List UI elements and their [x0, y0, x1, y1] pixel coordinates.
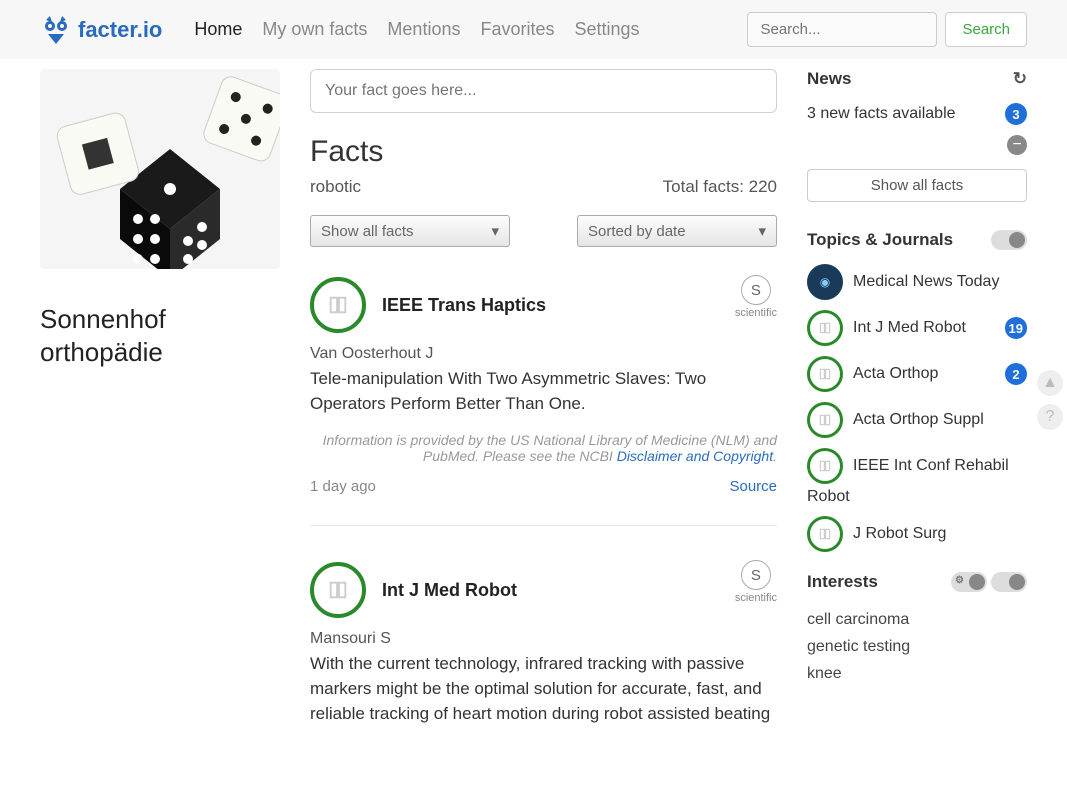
topic-item[interactable]: Int J Med Robot 19 [807, 310, 1027, 346]
interests-settings-toggle[interactable] [951, 572, 987, 592]
topic-label: Acta Orthop Suppl [853, 411, 984, 429]
news-count-badge: 3 [1005, 103, 1027, 125]
collapse-button[interactable]: − [1007, 135, 1027, 155]
disclaimer: Information is provided by the US Nation… [310, 432, 777, 464]
topic-icon: ◉ [807, 264, 843, 300]
badge-label: scientific [735, 592, 777, 604]
left-column: Sonnenhof orthopädie [40, 69, 280, 368]
topic-label-continuation: Robot [807, 488, 1027, 506]
fact-time: 1 day ago [310, 478, 376, 495]
topics-heading-row: Topics & Journals [807, 230, 1027, 250]
page-layout: Sonnenhof orthopädie Facts robotic Total… [0, 59, 1067, 772]
search-input[interactable] [747, 12, 937, 47]
filter-dropdown-label: Show all facts [321, 223, 414, 240]
topic-label: Medical News Today [853, 273, 999, 291]
badge-letter: S [741, 560, 771, 590]
refresh-icon[interactable]: ↻ [1013, 69, 1027, 89]
journal-icon [310, 562, 366, 618]
fact-author: Van Oosterhout J [310, 345, 777, 363]
compose-fact-input[interactable] [310, 69, 777, 113]
topic-item[interactable]: ◉ Medical News Today [807, 264, 1027, 300]
interest-item[interactable]: cell carcinoma [807, 606, 1027, 633]
topic-label: robotic [310, 177, 361, 197]
right-column: News ↻ 3 new facts available 3 − Show al… [807, 69, 1027, 688]
topics-heading: Topics & Journals [807, 230, 953, 250]
main-nav: Home My own facts Mentions Favorites Set… [194, 19, 735, 40]
topic-count-badge: 19 [1005, 317, 1027, 339]
search-button[interactable]: Search [945, 12, 1027, 47]
interests-toggle[interactable] [991, 572, 1027, 592]
chevron-down-icon: ▾ [491, 222, 499, 240]
scientific-badge: S scientific [735, 275, 777, 319]
fact-author: Mansouri S [310, 630, 777, 648]
sort-dropdown-label: Sorted by date [588, 223, 686, 240]
news-heading-row: News ↻ [807, 69, 1027, 89]
topic-item[interactable]: J Robot Surg [807, 516, 1027, 552]
badge-letter: S [741, 275, 771, 305]
topic-count-badge: 2 [1005, 363, 1027, 385]
total-facts: Total facts: 220 [663, 177, 777, 197]
fact-header: Int J Med Robot S scientific [310, 562, 777, 618]
scientific-badge: S scientific [735, 560, 777, 604]
news-line[interactable]: 3 new facts available 3 [807, 103, 1027, 125]
fact-item: Int J Med Robot S scientific Mansouri S … [310, 562, 777, 726]
owl-icon [40, 14, 72, 46]
chevron-down-icon: ▾ [758, 222, 766, 240]
brand-text: facter.io [78, 17, 162, 43]
logo[interactable]: facter.io [40, 14, 162, 46]
source-link[interactable]: Source [729, 478, 777, 495]
profile-name: Sonnenhof orthopädie [40, 303, 280, 368]
disclaimer-suffix: . [773, 448, 777, 464]
interest-item[interactable]: knee [807, 660, 1027, 687]
topics-toggle[interactable] [991, 230, 1027, 250]
nav-mentions[interactable]: Mentions [387, 19, 460, 40]
topic-item[interactable]: Acta Orthop Suppl [807, 402, 1027, 438]
journal-icon [807, 448, 843, 484]
help-button[interactable]: ? [1037, 404, 1063, 430]
fact-footer: 1 day ago Source [310, 478, 777, 495]
disclaimer-link[interactable]: Disclaimer and Copyright [617, 448, 773, 464]
nav-favorites[interactable]: Favorites [480, 19, 554, 40]
header: facter.io Home My own facts Mentions Fav… [0, 0, 1067, 59]
profile-image [40, 69, 280, 269]
main-column: Facts robotic Total facts: 220 Show all … [310, 69, 777, 742]
nav-settings[interactable]: Settings [575, 19, 640, 40]
sort-dropdown[interactable]: Sorted by date ▾ [577, 215, 777, 247]
show-all-facts-button[interactable]: Show all facts [807, 169, 1027, 202]
news-text: 3 new facts available [807, 105, 956, 123]
news-heading: News [807, 69, 851, 89]
badge-label: scientific [735, 307, 777, 319]
filter-dropdown[interactable]: Show all facts ▾ [310, 215, 510, 247]
fact-title: With the current technology, infrared tr… [310, 652, 777, 726]
journal-icon [807, 516, 843, 552]
topic-label: Int J Med Robot [853, 319, 966, 337]
floating-actions: ▲ ? [1037, 370, 1063, 430]
interests-heading: Interests [807, 572, 878, 592]
search-form: Search [747, 12, 1027, 47]
topic-item[interactable]: IEEE Int Conf Rehabil [807, 448, 1027, 484]
journal-icon [310, 277, 366, 333]
fact-title: Tele-manipulation With Two Asymmetric Sl… [310, 367, 777, 416]
interests-heading-row: Interests [807, 572, 1027, 592]
scroll-up-button[interactable]: ▲ [1037, 370, 1063, 396]
nav-home[interactable]: Home [194, 19, 242, 40]
dropdown-row: Show all facts ▾ Sorted by date ▾ [310, 215, 777, 247]
fact-header: IEEE Trans Haptics S scientific [310, 277, 777, 333]
facts-heading: Facts [310, 135, 777, 169]
topic-label: IEEE Int Conf Rehabil [853, 457, 1009, 475]
journal-name[interactable]: IEEE Trans Haptics [382, 295, 546, 316]
fact-item: IEEE Trans Haptics S scientific Van Oost… [310, 277, 777, 526]
nav-my-own-facts[interactable]: My own facts [262, 19, 367, 40]
journal-icon [807, 402, 843, 438]
journal-icon [807, 356, 843, 392]
topic-label: J Robot Surg [853, 525, 946, 543]
journal-name[interactable]: Int J Med Robot [382, 580, 517, 601]
filter-row: robotic Total facts: 220 [310, 177, 777, 197]
journal-icon [807, 310, 843, 346]
topic-item[interactable]: Acta Orthop 2 [807, 356, 1027, 392]
topic-label: Acta Orthop [853, 365, 938, 383]
interest-item[interactable]: genetic testing [807, 633, 1027, 660]
